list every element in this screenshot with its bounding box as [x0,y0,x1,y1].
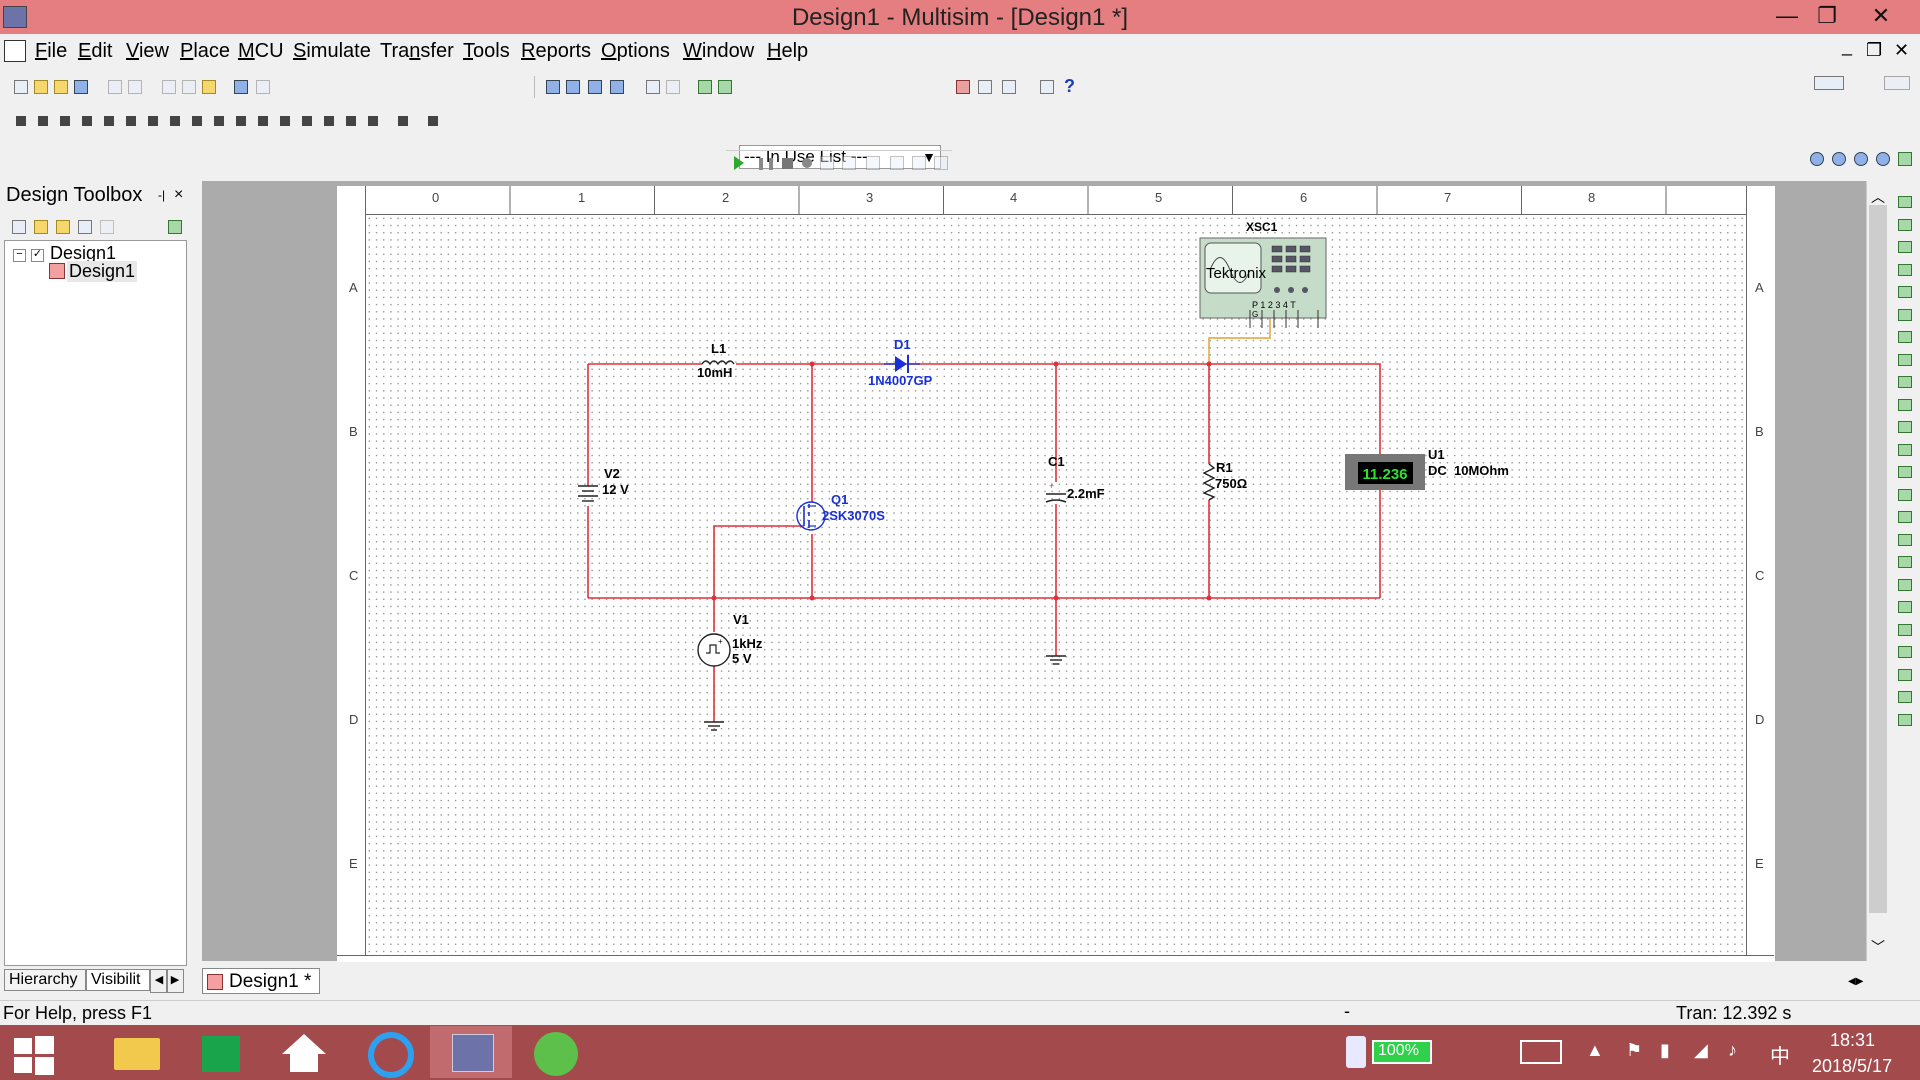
clock-time[interactable]: 18:31 [1830,1030,1875,1051]
clock-date[interactable]: 2018/5/17 [1812,1056,1892,1077]
XSC1-pin-g: G [1252,310,1258,319]
power-icon[interactable]: ▮ [1660,1040,1670,1061]
V1-amp: 5 V [732,651,752,666]
ie-taskbar-icon[interactable] [514,1026,596,1078]
instrument-2-icon[interactable] [1898,218,1912,231]
keyboard-icon[interactable] [1520,1040,1562,1064]
capacitor-C1[interactable]: + C1 2.2mF [1045,454,1105,503]
status-tran-time: Tran: 12.392 s [1676,1003,1792,1023]
resistor-R1[interactable]: R1 750Ω [1202,460,1247,501]
doc-tab-label: Design1 * [229,971,312,992]
instrument-3-icon[interactable] [1898,241,1912,253]
C1-ref: C1 [1048,454,1065,469]
browser-icon[interactable] [346,1026,428,1078]
instrument-9-icon[interactable] [1898,376,1912,388]
file-explorer-icon[interactable] [96,1026,178,1078]
multisim-taskbar-icon[interactable] [430,1026,512,1078]
D1-ref: D1 [894,337,911,352]
home-icon[interactable] [262,1026,344,1078]
volume-icon[interactable]: ♪ [1728,1040,1737,1061]
pulse-source-V1[interactable]: + V1 1kHz 5 V [697,612,763,667]
mosfet-Q1[interactable]: Q1 2SK3070S [796,492,885,531]
instrument-1-icon[interactable] [1898,196,1912,208]
status-help-text: For Help, press F1 [3,1003,153,1023]
schematic-tab-icon [207,974,223,990]
battery-icon[interactable]: 100% [1372,1040,1432,1064]
L1-value: 10mH [697,365,732,380]
U1-reading: 11.236 [1362,466,1407,483]
instrument-7-icon[interactable] [1898,331,1912,343]
schematic-canvas: L1 10mH D1 1N4007GP V2 12 V Q1 2SK3070S [578,220,1509,731]
R1-ref: R1 [1216,460,1233,475]
scroll-thumb[interactable] [1869,205,1887,913]
instrument-18-icon[interactable] [1898,578,1912,591]
wires [587,363,1381,722]
inductor-L1[interactable]: L1 10mH [697,341,735,380]
V2-ref: V2 [604,466,620,481]
instrument-20-icon[interactable] [1898,623,1912,636]
instrument-4-icon[interactable] [1898,263,1912,276]
diode-D1[interactable]: D1 1N4007GP [868,337,933,388]
security-tray-icon[interactable] [1346,1036,1366,1068]
L1-ref: L1 [711,341,726,356]
svg-text:+: + [718,637,723,646]
vertical-scrollbar[interactable]: ︿ ﹀ [1866,181,1889,961]
instrument-8-icon[interactable] [1898,353,1912,366]
instrument-19-icon[interactable] [1898,601,1912,613]
oscilloscope-XSC1[interactable]: XSC1 Tektronix P 1 2 3 4 T G [1199,220,1327,328]
instrument-21-icon[interactable] [1898,646,1912,658]
tab-nav-arrows[interactable]: ◀▶ [1848,976,1863,987]
instrument-5-icon[interactable] [1898,286,1912,298]
status-dash: - [1344,1001,1350,1021]
D1-value: 1N4007GP [868,373,933,388]
instrument-17-icon[interactable] [1898,556,1912,568]
instrument-16-icon[interactable] [1898,533,1912,546]
instrument-10-icon[interactable] [1898,398,1912,411]
Q1-value: 2SK3070S [822,508,885,523]
XSC1-ref: XSC1 [1246,220,1278,234]
instrument-13-icon[interactable] [1898,466,1912,478]
action-center-icon[interactable]: ⚑ [1626,1040,1642,1061]
tab-design1[interactable]: Design1 * [202,968,320,994]
dc-source-V2[interactable]: V2 12 V [578,466,629,506]
network-icon[interactable]: ◢ [1694,1040,1708,1061]
instrument-24-icon[interactable] [1898,713,1912,726]
instrument-15-icon[interactable] [1898,511,1912,523]
show-hidden-icons[interactable]: ▲ [1586,1040,1604,1061]
windows-start-icon[interactable] [14,1036,54,1075]
V2-value: 12 V [602,482,629,497]
U1-ref: U1 [1428,447,1445,462]
scroll-down-icon[interactable]: ﹀ [1871,937,1885,957]
instrument-12-icon[interactable] [1898,443,1912,456]
V1-ref: V1 [733,612,749,627]
ground-symbols [704,655,1066,731]
instruments-toolbar [1892,186,1920,766]
U1-mode: DC [1428,463,1447,478]
store-icon[interactable] [180,1026,262,1078]
scroll-up-icon[interactable]: ︿ [1871,187,1885,207]
XSC1-pins: P 1 2 3 4 T [1252,300,1296,310]
R1-value: 750Ω [1215,476,1247,491]
voltmeter-U1[interactable]: 11.236 U1 DC 10MOhm [1345,447,1509,490]
XSC1-brand: Tektronix [1206,265,1267,282]
instrument-23-icon[interactable] [1898,691,1912,703]
U1-value: 10MOhm [1454,463,1509,478]
ime-indicator[interactable]: 中 [1770,1040,1790,1069]
svg-text:+: + [1049,481,1054,491]
V1-freq: 1kHz [732,636,763,651]
instrument-11-icon[interactable] [1898,421,1912,433]
Q1-ref: Q1 [831,492,848,507]
status-bar: For Help, press F1 - Tran: 12.392 s [0,1000,1920,1026]
instrument-22-icon[interactable] [1898,668,1912,681]
C1-value: 2.2mF [1067,486,1105,501]
instrument-14-icon[interactable] [1898,488,1912,501]
instrument-6-icon[interactable] [1898,308,1912,321]
